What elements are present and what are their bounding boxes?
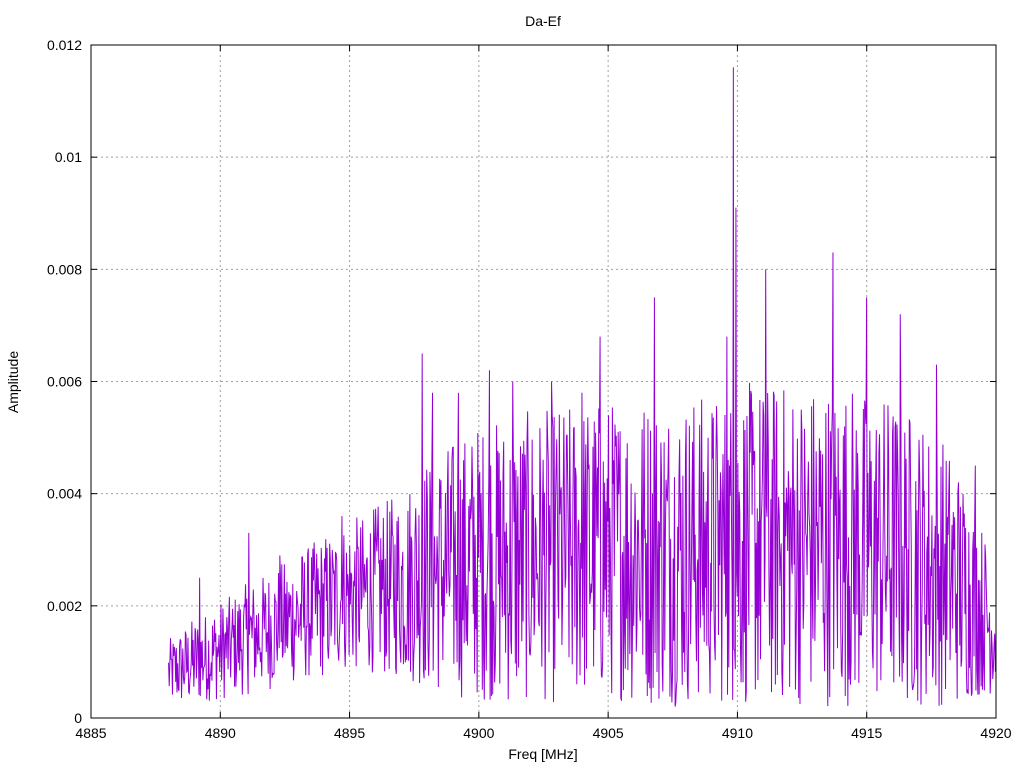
spectrum-chart: 4885 4890 4895 4900 4905 4910 4915 4920 0 0.002 0.… <box>0 0 1024 768</box>
y-tick-label: 0 <box>74 710 82 726</box>
y-tick-label: 0.012 <box>47 37 82 53</box>
y-tick-label: 0.004 <box>47 486 82 502</box>
x-tick-label: 4910 <box>722 725 753 741</box>
x-tick-label: 4885 <box>75 725 106 741</box>
x-tick-label: 4900 <box>463 725 494 741</box>
y-axis-label: Amplitude <box>5 351 21 413</box>
x-tick-label: 4905 <box>593 725 624 741</box>
x-tick-label: 4920 <box>980 725 1011 741</box>
x-tick-label: 4890 <box>205 725 236 741</box>
chart-background <box>0 0 1024 768</box>
chart-title: Da-Ef <box>525 13 561 29</box>
y-tick-label: 0.008 <box>47 261 82 277</box>
y-tick-label: 0.006 <box>47 374 82 390</box>
x-tick-label: 4895 <box>334 725 365 741</box>
x-axis-label: Freq [MHz] <box>508 746 577 762</box>
x-tick-label: 4915 <box>851 725 882 741</box>
y-tick-label: 0.002 <box>47 598 82 614</box>
y-tick-label: 0.01 <box>55 149 82 165</box>
